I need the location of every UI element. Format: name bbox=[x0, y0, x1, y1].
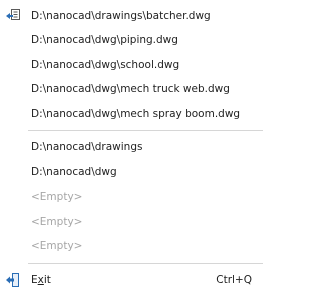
recent-file-label: D:\nanocad\drawings\batcher.dwg bbox=[31, 10, 211, 22]
exit-icon bbox=[5, 272, 21, 288]
recent-files-menu: D:\nanocad\drawings\batcher.dwg D:\nanoc… bbox=[0, 0, 263, 294]
empty-slot-label: <Empty> bbox=[31, 191, 83, 203]
recent-file-item-3[interactable]: D:\nanocad\dwg\school.dwg bbox=[0, 53, 263, 77]
recent-file-item-2[interactable]: D:\nanocad\dwg\piping.dwg bbox=[0, 28, 263, 52]
empty-slot-item-3: <Empty> bbox=[0, 234, 263, 258]
exit-menu-item[interactable]: Exit Ctrl+Q bbox=[0, 268, 263, 292]
menu-separator bbox=[28, 130, 263, 131]
recent-file-item-4[interactable]: D:\nanocad\dwg\mech truck web.dwg bbox=[0, 77, 263, 101]
recent-file-label: D:\nanocad\dwg\mech spray boom.dwg bbox=[31, 108, 241, 120]
exit-shortcut: Ctrl+Q bbox=[216, 274, 252, 286]
empty-slot-label: <Empty> bbox=[31, 240, 83, 252]
recent-folder-item-1[interactable]: D:\nanocad\drawings bbox=[0, 135, 263, 159]
recent-folder-label: D:\nanocad\dwg bbox=[31, 166, 117, 178]
exit-label: Exit bbox=[31, 274, 51, 286]
menu-separator bbox=[28, 263, 263, 264]
empty-slot-label: <Empty> bbox=[31, 216, 83, 228]
recent-folder-item-2[interactable]: D:\nanocad\dwg bbox=[0, 160, 263, 184]
recent-file-label: D:\nanocad\dwg\piping.dwg bbox=[31, 34, 178, 46]
recent-file-item-1[interactable]: D:\nanocad\drawings\batcher.dwg bbox=[0, 4, 263, 28]
recent-file-item-5[interactable]: D:\nanocad\dwg\mech spray boom.dwg bbox=[0, 102, 263, 126]
empty-slot-item-1: <Empty> bbox=[0, 185, 263, 209]
recent-file-label: D:\nanocad\dwg\school.dwg bbox=[31, 59, 180, 71]
recent-folder-label: D:\nanocad\drawings bbox=[31, 141, 143, 153]
recent-file-label: D:\nanocad\dwg\mech truck web.dwg bbox=[31, 83, 230, 95]
recent-file-icon bbox=[5, 8, 21, 24]
empty-slot-item-2: <Empty> bbox=[0, 210, 263, 234]
